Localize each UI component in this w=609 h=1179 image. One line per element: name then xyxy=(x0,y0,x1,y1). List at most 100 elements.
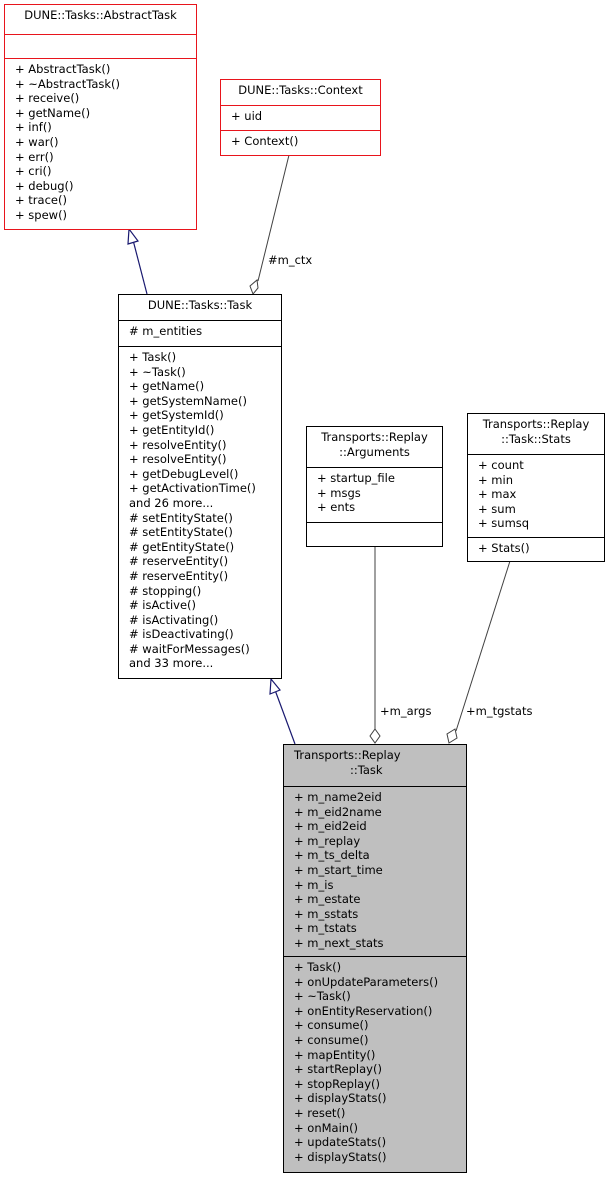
class-method: # reserveEntity() xyxy=(129,554,229,569)
class-attribute: + min xyxy=(478,472,513,487)
class-attribute: + m_eid2eid xyxy=(294,819,367,834)
class-name-line: DUNE::Tasks::Task xyxy=(147,298,253,312)
class-method: + getName() xyxy=(15,105,91,120)
class-method: + resolveEntity() xyxy=(129,437,227,452)
class-attribute: + sum xyxy=(478,501,516,516)
class-title: DUNE::Tasks::Context xyxy=(221,80,380,105)
aggregation-diamond-tgstats xyxy=(446,728,458,744)
class-method: # setEntityState() xyxy=(129,510,233,525)
class-attribute: + m_replay xyxy=(294,833,361,848)
class-method: + war() xyxy=(15,134,59,149)
class-methods xyxy=(307,522,442,526)
class-method: # reserveEntity() xyxy=(129,568,229,583)
class-method: # stopping() xyxy=(129,583,202,598)
inheritance-arrowhead xyxy=(127,227,139,245)
class-method: and 26 more... xyxy=(129,495,214,510)
class-method: + onMain() xyxy=(294,1120,359,1135)
class-method: + Context() xyxy=(231,134,299,148)
class-attribute: + m_start_time xyxy=(294,862,383,877)
class-method: + debug() xyxy=(15,178,74,193)
class-title: DUNE::Tasks::AbstractTask xyxy=(5,5,196,34)
class-method: + consume() xyxy=(294,1032,369,1047)
class-methods: + Task() + ~Task() + getName() + getSystemN… xyxy=(119,346,281,671)
class-attribute: + m_tstats xyxy=(294,921,357,936)
class-method: # waitForMessages() xyxy=(129,641,250,656)
class-method: + reset() xyxy=(294,1105,346,1120)
class-attribute: # m_entities xyxy=(129,324,203,338)
class-attribute: + sumsq xyxy=(478,516,530,531)
class-method: + onUpdateParameters() xyxy=(294,974,439,989)
class-method: # isDeactivating() xyxy=(129,627,234,642)
class-method: + err() xyxy=(15,149,54,164)
class-attribute: + m_next_stats xyxy=(294,935,384,950)
class-method: + Task() xyxy=(129,350,177,364)
class-name-line: Transports::Replay xyxy=(321,430,428,444)
class-attributes: # m_entities xyxy=(119,320,281,346)
class-replay-task[interactable]: Transports::Replay::Task + m_name2eid + m… xyxy=(283,744,467,1173)
class-context[interactable]: DUNE::Tasks::Context + uid + Context() xyxy=(220,79,381,156)
class-attributes xyxy=(5,34,196,58)
class-method: + getName() xyxy=(129,379,205,394)
class-attribute: + m_is xyxy=(294,877,334,892)
class-method: # setEntityState() xyxy=(129,525,233,540)
class-attributes: + startup_file + msgs + ents xyxy=(307,467,442,522)
class-attribute: + ents xyxy=(317,500,356,515)
class-stats[interactable]: Transports::Replay::Task::Stats + count +… xyxy=(467,413,605,562)
inheritance-edge-task-abstracttask xyxy=(132,239,148,295)
class-name-line: ::Task::Stats xyxy=(501,431,571,446)
class-arguments[interactable]: Transports::Replay::Arguments + startup_… xyxy=(306,426,443,547)
class-attribute: + m_sstats xyxy=(294,906,359,921)
edge-label-ctx: #m_ctx xyxy=(268,253,313,267)
class-title: Transports::Replay::Task xyxy=(284,745,466,786)
class-title: DUNE::Tasks::Task xyxy=(119,295,281,320)
aggregation-diamond-args xyxy=(369,728,381,744)
class-method: + getDebugLevel() xyxy=(129,466,239,481)
class-attributes: + count + min + max + sum + sumsq xyxy=(468,454,604,537)
class-attribute: + m_estate xyxy=(294,892,361,907)
class-method: # getEntityState() xyxy=(129,539,235,554)
edge-label-args: +m_args xyxy=(380,704,432,718)
class-method: + AbstractTask() xyxy=(15,62,111,76)
class-name-line: DUNE::Tasks::Context xyxy=(238,83,363,97)
class-method: + stopReplay() xyxy=(294,1076,380,1091)
class-method: + getActivationTime() xyxy=(129,481,256,496)
class-attribute: + max xyxy=(478,487,517,502)
class-attribute: + m_eid2name xyxy=(294,804,382,819)
inheritance-edge-replaytask-task xyxy=(274,689,296,745)
class-task[interactable]: DUNE::Tasks::Task # m_entities + Task() +… xyxy=(118,294,282,679)
class-methods: + Task() + onUpdateParameters() + ~Task() +… xyxy=(284,956,466,1164)
class-method: + displayStats() xyxy=(294,1149,387,1164)
class-method: + getSystemId() xyxy=(129,408,224,423)
class-method: + Stats() xyxy=(478,541,530,555)
class-method: + onEntityReservation() xyxy=(294,1003,433,1018)
aggregation-diamond-ctx xyxy=(249,279,259,295)
class-method: + updateStats() xyxy=(294,1135,387,1150)
class-method: and 33 more... xyxy=(129,656,214,671)
class-method: + consume() xyxy=(294,1018,369,1033)
class-method: + trace() xyxy=(15,193,67,208)
class-method: + spew() xyxy=(15,207,68,222)
class-attributes: + m_name2eid + m_eid2name + m_eid2eid + m_r… xyxy=(284,786,466,956)
class-title: Transports::Replay::Arguments xyxy=(307,427,442,467)
class-abstract-task[interactable]: DUNE::Tasks::AbstractTask + AbstractTask… xyxy=(4,4,197,230)
class-method: + inf() xyxy=(15,120,52,135)
class-title: Transports::Replay::Task::Stats xyxy=(468,414,604,454)
class-method: + getEntityId() xyxy=(129,422,215,437)
class-method: + ~Task() xyxy=(294,989,351,1004)
class-attribute: + startup_file xyxy=(317,471,395,485)
class-method: + ~AbstractTask() xyxy=(15,76,120,91)
class-method: + startReplay() xyxy=(294,1062,382,1077)
class-method: + Task() xyxy=(294,960,342,974)
class-method: + ~Task() xyxy=(129,364,186,379)
class-attribute: + msgs xyxy=(317,485,361,500)
class-method: + mapEntity() xyxy=(294,1047,376,1062)
class-methods: + Context() xyxy=(221,130,380,149)
class-methods: + AbstractTask() + ~AbstractTask() + recei… xyxy=(5,58,196,223)
edge-label-tgstats: +m_tgstats xyxy=(466,704,533,718)
inheritance-arrowhead xyxy=(269,677,281,695)
class-method: # isActivating() xyxy=(129,612,219,627)
class-method: + cri() xyxy=(15,164,52,179)
class-name-line: DUNE::Tasks::AbstractTask xyxy=(24,8,177,22)
class-methods: + Stats() xyxy=(468,537,604,556)
class-method: # isActive() xyxy=(129,598,197,613)
